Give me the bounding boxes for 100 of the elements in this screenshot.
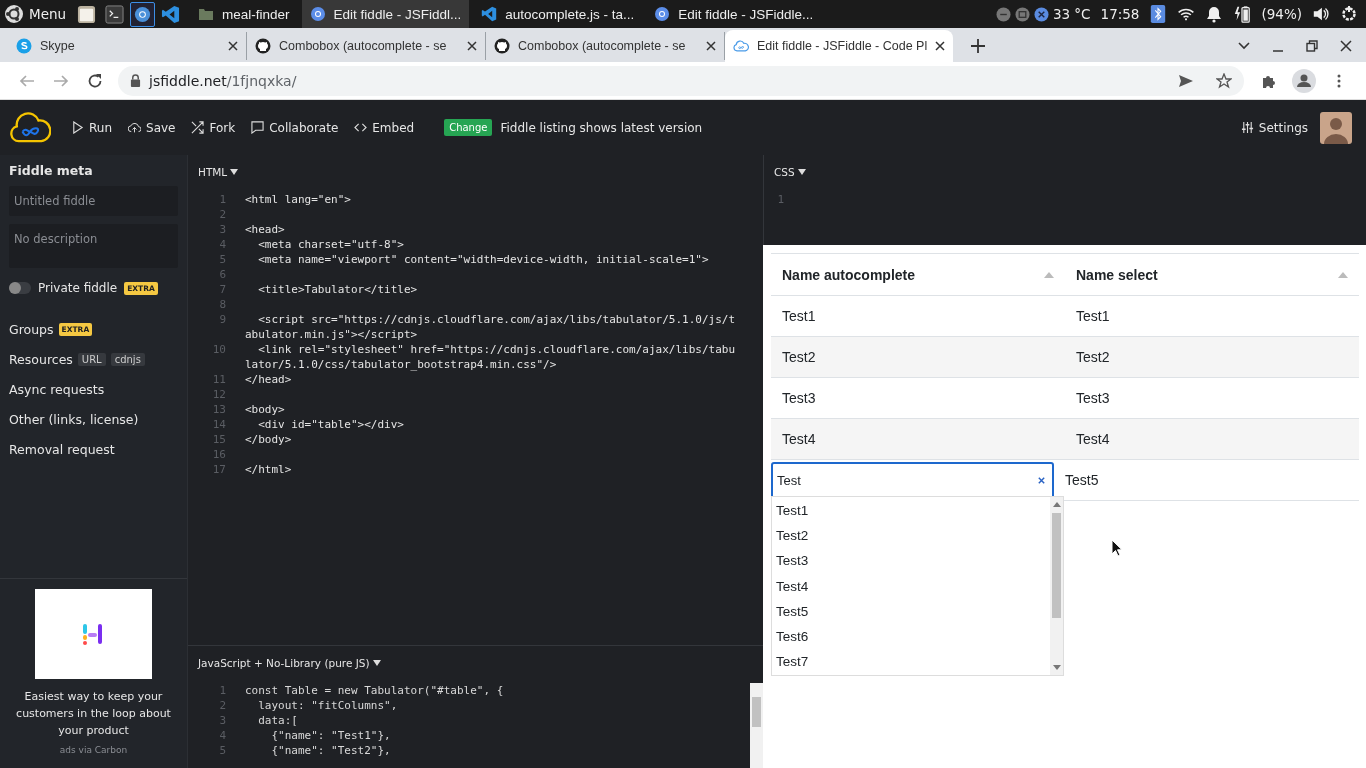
browser-tab[interactable]: Combobox (autocomplete - se xyxy=(486,32,725,60)
settings-button[interactable]: Settings xyxy=(1240,120,1308,135)
scrollbar[interactable] xyxy=(750,683,763,768)
dropdown-option[interactable]: Test5 xyxy=(772,598,1050,624)
toolbar-button[interactable]: Run xyxy=(71,120,112,135)
table-cell[interactable]: Test1 xyxy=(1065,296,1359,336)
star-icon[interactable] xyxy=(1216,72,1232,89)
line-number: 3 xyxy=(218,222,227,237)
panel-label[interactable]: HTML xyxy=(198,166,239,178)
table-cell[interactable]: Test2 xyxy=(1065,337,1359,377)
scroll-down-icon[interactable] xyxy=(1053,665,1061,671)
panel-label[interactable]: CSS xyxy=(774,166,806,178)
terminal-icon[interactable] xyxy=(105,4,125,24)
send-icon[interactable] xyxy=(1178,72,1194,89)
code-editor-icon xyxy=(481,6,498,22)
sidebar-item[interactable]: Other (links, license) xyxy=(9,412,139,427)
play-icon xyxy=(71,121,84,134)
taskbar-window[interactable]: autocomplete.js - ta... xyxy=(473,0,643,28)
menu-button[interactable]: Menu xyxy=(29,6,67,22)
reload-icon[interactable] xyxy=(87,72,103,89)
version-notice: Fiddle listing shows latest version xyxy=(500,120,703,135)
bell-icon[interactable] xyxy=(1205,5,1224,23)
table-cell[interactable]: Test5 xyxy=(1054,460,1359,500)
temperature: 33 °C xyxy=(1052,6,1091,22)
browser-icon[interactable] xyxy=(133,4,153,24)
code-line: const Table = new Tabulator("#table", { xyxy=(245,683,505,698)
clock[interactable]: 17:58 xyxy=(1100,6,1140,22)
close-icon[interactable] xyxy=(1340,40,1352,52)
description-field[interactable]: No description xyxy=(9,224,178,268)
column-header[interactable]: Name select xyxy=(1065,254,1359,295)
sidebar-item[interactable]: Removal request xyxy=(9,442,115,457)
table-cell[interactable]: Test1 xyxy=(771,296,1065,336)
sidebar-item[interactable]: Groups xyxy=(9,322,54,337)
menu-logo-icon[interactable] xyxy=(4,4,24,24)
close-tab-icon[interactable] xyxy=(935,41,946,51)
title-field[interactable]: Untitled fiddle xyxy=(9,186,178,216)
battery-icon[interactable] xyxy=(1233,5,1252,23)
close-icon[interactable] xyxy=(1033,6,1049,22)
close-tab-icon[interactable] xyxy=(228,41,238,51)
private-toggle[interactable] xyxy=(9,282,31,294)
dropdown-option[interactable]: Test6 xyxy=(772,623,1050,650)
toolbar-button[interactable]: Collaborate xyxy=(251,120,339,135)
dropdown-option[interactable]: Test7 xyxy=(772,649,1050,675)
panel-label[interactable]: JavaScript + No-Library (pure JS) xyxy=(198,657,381,669)
code-line: <meta charset="utf-8"> xyxy=(257,237,405,252)
taskbar-window[interactable]: Edit fiddle - JSFiddle... xyxy=(646,0,822,28)
close-tab-icon[interactable] xyxy=(467,41,477,51)
table-cell[interactable]: Test4 xyxy=(1065,419,1359,459)
browser-tab[interactable]: Edit fiddle - JSFiddle - Code Pl xyxy=(725,30,953,62)
table-cell[interactable]: Test4 xyxy=(771,419,1065,459)
dropdown-option[interactable]: Test1 xyxy=(772,498,1050,524)
dropdown-option[interactable]: Test2 xyxy=(772,523,1050,549)
resource-tag[interactable]: cdnjs xyxy=(110,353,145,366)
clear-icon[interactable] xyxy=(1037,476,1046,485)
cloud-logo-icon[interactable] xyxy=(9,111,51,144)
restore-icon[interactable] xyxy=(1306,40,1318,52)
ad-text[interactable]: Easiest way to keep your customers in the loop about your product xyxy=(8,688,179,739)
close-tab-icon[interactable] xyxy=(706,41,716,51)
table-cell[interactable]: Test3 xyxy=(1065,378,1359,418)
taskbar-window[interactable]: Edit fiddle - JSFiddl... xyxy=(301,0,470,28)
address-field[interactable]: jsfiddle.net/1fjnqxka/ xyxy=(118,65,1244,96)
toggle-label: Private fiddle xyxy=(38,281,118,295)
line-number: 5 xyxy=(218,743,227,758)
scroll-up-icon[interactable] xyxy=(1053,501,1061,507)
bluetooth-icon[interactable] xyxy=(1149,5,1168,23)
browser-icon xyxy=(309,6,326,22)
ad-credit[interactable]: ads via Carbon xyxy=(59,745,128,755)
toolbar-button[interactable]: Fork xyxy=(191,120,236,135)
browser-tab[interactable]: Skype xyxy=(8,32,247,60)
sidebar-item[interactable]: Resources xyxy=(9,352,73,367)
toolbar-button[interactable]: Embed xyxy=(354,120,415,135)
minimize-icon[interactable] xyxy=(995,6,1011,22)
sidebar-item[interactable]: Async requests xyxy=(9,382,105,397)
avatar-icon[interactable] xyxy=(1320,111,1352,144)
code-editor-icon[interactable] xyxy=(161,4,181,24)
dropdown-option[interactable]: Test3 xyxy=(772,548,1050,574)
folder-icon[interactable] xyxy=(77,4,97,24)
battery-percentage: (94%) xyxy=(1261,6,1302,22)
line-number: 4 xyxy=(218,728,227,743)
lock-icon xyxy=(130,74,141,87)
volume-icon[interactable] xyxy=(1312,5,1330,23)
table-cell[interactable]: Test2 xyxy=(771,337,1065,377)
code-line: data:[ xyxy=(257,713,299,728)
shuffle-icon xyxy=(191,121,205,134)
scrollbar[interactable] xyxy=(1050,497,1063,675)
new-tab-icon[interactable] xyxy=(971,39,985,53)
toolbar-button[interactable]: Save xyxy=(128,120,176,135)
table-cell[interactable]: Test3 xyxy=(771,378,1065,418)
taskbar-window[interactable]: meal-finder xyxy=(190,0,298,28)
tab-search-icon[interactable] xyxy=(1238,40,1250,52)
maximize-icon[interactable] xyxy=(1014,6,1030,22)
mouse-pointer-icon xyxy=(1111,539,1123,557)
profile-icon[interactable] xyxy=(1292,68,1316,93)
dropdown-option[interactable]: Test4 xyxy=(772,573,1050,599)
code-line: <html lang="en"> xyxy=(245,192,352,207)
column-header[interactable]: Name autocomplete xyxy=(771,254,1065,295)
browser-tab[interactable]: Combobox (autocomplete - se xyxy=(247,32,486,60)
browser-icon xyxy=(654,6,671,22)
resource-tag[interactable]: URL xyxy=(77,353,106,366)
power-settings-icon[interactable] xyxy=(1340,5,1358,23)
